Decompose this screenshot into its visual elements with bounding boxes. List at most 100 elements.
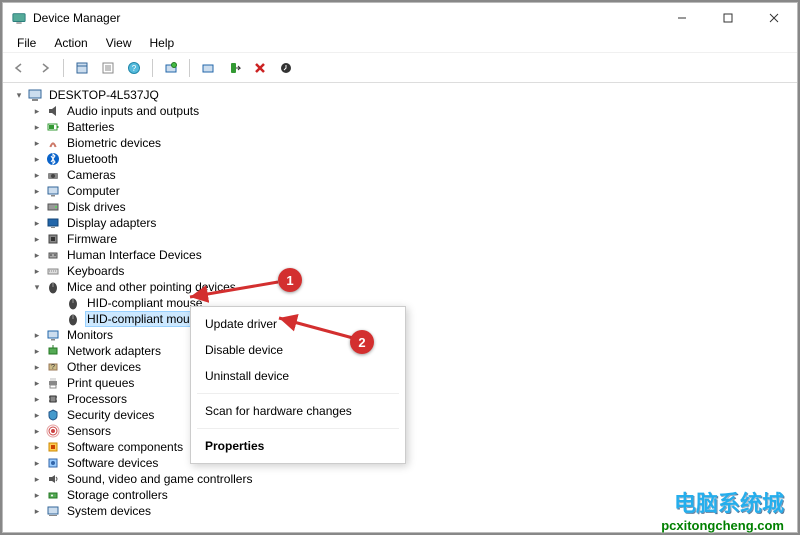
category-node[interactable]: ▸Storage controllers — [7, 487, 793, 503]
chevron-right-icon[interactable]: ▸ — [31, 185, 43, 197]
category-label: Software components — [65, 440, 185, 454]
chevron-right-icon[interactable]: ▸ — [31, 169, 43, 181]
system-icon — [45, 503, 61, 519]
root-node[interactable]: ▾ DESKTOP-4L537JQ — [7, 87, 793, 103]
minimize-button[interactable] — [659, 3, 705, 33]
swdev-icon — [45, 455, 61, 471]
security-icon — [45, 407, 61, 423]
category-node[interactable]: ▸ Human Interface Devices — [7, 247, 793, 263]
chevron-right-icon[interactable]: ▸ — [31, 329, 43, 341]
chevron-right-icon[interactable]: ▸ — [31, 473, 43, 485]
category-node[interactable]: ▸Firmware — [7, 231, 793, 247]
category-node[interactable]: ▸ Sound, video and game controllers — [7, 471, 793, 487]
properties-toolbar-button[interactable] — [96, 56, 120, 80]
menu-scan-hardware[interactable]: Scan for hardware changes — [191, 398, 405, 424]
chevron-right-icon[interactable]: ▸ — [31, 361, 43, 373]
menu-help[interactable]: Help — [142, 34, 183, 52]
chevron-right-icon[interactable]: ▸ — [31, 441, 43, 453]
chevron-down-icon[interactable]: ▾ — [13, 89, 25, 101]
category-node[interactable]: ▸Computer — [7, 183, 793, 199]
toolbar: ? — [3, 53, 797, 83]
audio-icon — [45, 103, 61, 119]
chevron-right-icon[interactable]: ▸ — [31, 425, 43, 437]
category-label: Processors — [65, 392, 129, 406]
keyboard-icon — [45, 263, 61, 279]
chevron-down-icon[interactable]: ▾ — [31, 281, 43, 293]
app-icon — [11, 10, 27, 26]
storage-icon — [45, 487, 61, 503]
annotation-badge-2: 2 — [350, 330, 374, 354]
back-button[interactable] — [7, 56, 31, 80]
menu-file[interactable]: File — [9, 34, 44, 52]
maximize-button[interactable] — [705, 3, 751, 33]
chevron-right-icon[interactable]: ▸ — [31, 377, 43, 389]
category-node[interactable]: ▸ Display adapters — [7, 215, 793, 231]
sound-icon — [45, 471, 61, 487]
monitor-icon — [45, 327, 61, 343]
chevron-right-icon[interactable]: ▸ — [31, 201, 43, 213]
svg-text:?: ? — [51, 364, 55, 371]
chevron-right-icon[interactable]: ▸ — [31, 345, 43, 357]
menu-view[interactable]: View — [98, 34, 140, 52]
forward-button[interactable] — [33, 56, 57, 80]
chevron-right-icon[interactable]: ▸ — [31, 505, 43, 517]
bluetooth-icon — [45, 151, 61, 167]
chevron-right-icon[interactable]: ▸ — [31, 217, 43, 229]
category-label: System devices — [65, 504, 153, 518]
sensor-icon — [45, 423, 61, 439]
computer-icon — [27, 87, 43, 103]
disk-icon — [45, 199, 61, 215]
category-label: Display adapters — [65, 216, 158, 230]
category-mice[interactable]: ▾ Mice and other pointing devices — [7, 279, 793, 295]
show-hide-button[interactable] — [70, 56, 94, 80]
category-label: Human Interface Devices — [65, 248, 204, 262]
chevron-right-icon[interactable]: ▸ — [31, 265, 43, 277]
menu-separator — [197, 428, 399, 429]
chevron-right-icon[interactable]: ▸ — [31, 249, 43, 261]
category-node[interactable]: ▸ Audio inputs and outputs — [7, 103, 793, 119]
category-node[interactable]: ▸Batteries — [7, 119, 793, 135]
computer-icon — [45, 183, 61, 199]
close-button[interactable] — [751, 3, 797, 33]
disable-device-button[interactable] — [274, 56, 298, 80]
chevron-right-icon[interactable]: ▸ — [31, 457, 43, 469]
update-driver-toolbar-button[interactable] — [196, 56, 220, 80]
chevron-right-icon[interactable]: ▸ — [31, 105, 43, 117]
menu-action[interactable]: Action — [46, 34, 95, 52]
chevron-right-icon[interactable]: ▸ — [31, 233, 43, 245]
category-label: Biometric devices — [65, 136, 163, 150]
chevron-right-icon[interactable]: ▸ — [31, 409, 43, 421]
titlebar: Device Manager — [3, 3, 797, 33]
window-title: Device Manager — [33, 11, 659, 25]
category-label: Keyboards — [65, 264, 126, 278]
menu-uninstall-device[interactable]: Uninstall device — [191, 363, 405, 389]
chevron-right-icon[interactable]: ▸ — [31, 393, 43, 405]
enable-device-button[interactable] — [222, 56, 246, 80]
category-label: Software devices — [65, 456, 160, 470]
menu-separator — [197, 393, 399, 394]
menu-properties[interactable]: Properties — [191, 433, 405, 459]
root-label: DESKTOP-4L537JQ — [47, 88, 161, 102]
category-node[interactable]: ▸ Biometric devices — [7, 135, 793, 151]
chevron-right-icon[interactable]: ▸ — [31, 121, 43, 133]
category-node[interactable]: ▸Bluetooth — [7, 151, 793, 167]
device-label: HID-compliant mouse — [85, 311, 204, 327]
cpu-icon — [45, 391, 61, 407]
chevron-right-icon[interactable]: ▸ — [31, 489, 43, 501]
category-node[interactable]: ▸Cameras — [7, 167, 793, 183]
camera-icon — [45, 167, 61, 183]
category-label: Sound, video and game controllers — [65, 472, 254, 486]
chevron-right-icon[interactable]: ▸ — [31, 137, 43, 149]
category-label: Network adapters — [65, 344, 163, 358]
category-label: Audio inputs and outputs — [65, 104, 201, 118]
uninstall-device-button[interactable] — [248, 56, 272, 80]
network-icon — [45, 343, 61, 359]
category-node[interactable]: ▸ Keyboards — [7, 263, 793, 279]
scan-hardware-button[interactable] — [159, 56, 183, 80]
category-node[interactable]: ▸ System devices — [7, 503, 793, 519]
swcomp-icon — [45, 439, 61, 455]
category-label: Disk drives — [65, 200, 128, 214]
chevron-right-icon[interactable]: ▸ — [31, 153, 43, 165]
category-node[interactable]: ▸ Disk drives — [7, 199, 793, 215]
help-toolbar-button[interactable]: ? — [122, 56, 146, 80]
